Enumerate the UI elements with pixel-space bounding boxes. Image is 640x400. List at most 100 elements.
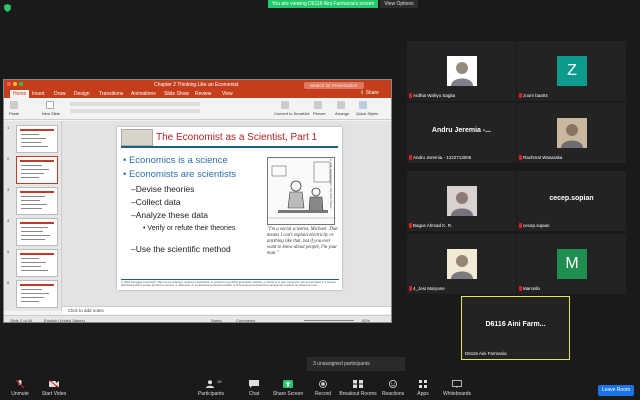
muted-mic-icon	[519, 286, 522, 291]
slide-thumbnail[interactable]	[16, 218, 58, 246]
muted-mic-icon	[409, 223, 412, 228]
slide[interactable]: The Economist as a Scientist, Part 1 • E…	[117, 127, 342, 290]
ppt-search-input[interactable]: Search for Presentation	[304, 81, 364, 89]
ppt-tab-transitions[interactable]: Transitions	[99, 91, 123, 97]
paragraph-controls[interactable]	[70, 109, 200, 113]
notes-toggle[interactable]: Notes	[211, 318, 221, 322]
sub-bullet-4: –Use the scientific method	[131, 244, 231, 254]
whiteboards-icon	[452, 380, 462, 388]
view-options-button[interactable]: View Options	[380, 0, 418, 8]
breakout-rooms-label: Breakout Rooms	[339, 391, 377, 397]
ppt-tab-design[interactable]: Design	[74, 91, 90, 97]
thumbnail-number: 4	[7, 218, 10, 223]
picture-icon[interactable]	[314, 101, 322, 109]
record-label: Record	[314, 391, 332, 397]
participant-name: Bagus Ahmad K. R.	[413, 223, 453, 228]
share-screen-button[interactable]: Share Screen	[268, 377, 308, 400]
cartoon-caption: "I'm a social scientist, Michael. That m…	[267, 227, 338, 256]
unassigned-participants-notice[interactable]: 3 unassigned participants	[307, 357, 405, 371]
ppt-tab-home[interactable]: Home	[10, 90, 30, 98]
slide-thumbnail[interactable]	[16, 187, 58, 215]
zoom-level[interactable]: 92%	[362, 318, 370, 322]
quick-styles-icon[interactable]	[359, 101, 367, 109]
sub-sub-bullet: • Verify or refute their theories	[143, 225, 236, 232]
quick-styles-label: Quick Styles	[356, 111, 379, 116]
apps-icon	[419, 380, 427, 388]
convert-smartart-label: Convert to SmartArt	[274, 111, 310, 116]
share-screen-icon	[283, 380, 293, 388]
slide-thumbnail[interactable]	[16, 280, 58, 308]
participant-tile[interactable]: M Marcello	[517, 234, 626, 294]
arrange-label: Arrange	[335, 111, 350, 116]
ppt-tab-view[interactable]: View	[222, 91, 233, 97]
participant-name: Marcello	[523, 286, 541, 291]
participant-display-name: D6116 Aini Farm...	[485, 321, 546, 328]
leave-room-button[interactable]: Leave Room	[598, 385, 634, 396]
start-video-button[interactable]: Start Video	[34, 377, 74, 400]
participants-button[interactable]: 15 Participants	[191, 377, 231, 400]
participant-name: D6116 Aini Farmania	[465, 351, 507, 356]
ppt-ribbon-tabs: Home Insert Draw Design Transitions Animation…	[4, 90, 391, 98]
breakout-rooms-button[interactable]: Breakout Rooms	[338, 377, 378, 400]
muted-mic-icon	[409, 93, 412, 98]
ppt-share-button[interactable]: ⇪ Share	[360, 90, 379, 96]
slide-thumbnail-pane[interactable]: 1 2 3 4 5 6	[4, 121, 62, 311]
slide-count: Slide 2 of 44	[10, 318, 33, 323]
language-status[interactable]: English (United States)	[44, 318, 85, 322]
paste-icon[interactable]	[10, 101, 18, 109]
record-button[interactable]: Record	[303, 377, 343, 400]
slide-thumbnail[interactable]	[16, 249, 58, 277]
notes-field[interactable]: Click to add notes	[62, 306, 391, 314]
minimize-dot-icon[interactable]	[13, 82, 17, 86]
ppt-tab-insert[interactable]: Insert	[32, 91, 45, 97]
whiteboards-button[interactable]: Whiteboards	[437, 377, 477, 400]
ppt-tab-slide-show[interactable]: Slide Show	[164, 91, 189, 97]
security-shield-icon[interactable]	[4, 4, 11, 12]
thumbnail-number: 3	[7, 187, 10, 192]
viewing-screen-banner: You are viewing D6116 Aini Farmania's sc…	[268, 0, 378, 8]
muted-mic-icon	[409, 286, 412, 291]
participant-display-name: Andru Jeremia -...	[431, 127, 492, 134]
slide-thumbnail[interactable]	[16, 156, 58, 184]
participant-tile[interactable]: Zzoom baa04	[517, 41, 626, 101]
ppt-tab-draw[interactable]: Draw	[54, 91, 66, 97]
ppt-titlebar: Chapter 2 Thinking Like an Economist Sea…	[4, 80, 391, 90]
muted-mic-icon	[519, 93, 522, 98]
thumbnail-number: 2	[7, 156, 10, 161]
meeting-toolbar: Unmute Start Video 15 Participants Chat …	[0, 377, 640, 400]
participant-photo	[557, 118, 587, 148]
slide-thumbnail[interactable]	[16, 125, 58, 153]
participant-name: 4_Jesi Maryane	[413, 286, 445, 291]
participant-name: Andru Jeremia - 1222713006	[413, 155, 472, 160]
slide-title-rule	[121, 146, 338, 148]
close-dot-icon[interactable]	[7, 82, 11, 86]
maximize-dot-icon[interactable]	[19, 82, 23, 86]
chat-icon	[249, 380, 259, 388]
smartart-icon[interactable]	[281, 101, 289, 109]
participant-tile[interactable]: cecep.sopian cecep.sopian	[517, 171, 626, 231]
participant-tile[interactable]: D6116 Aini Farm... D6116 Aini Farmania	[461, 296, 570, 360]
participant-tile[interactable]: Andru Jeremia -... Andru Jeremia - 122271…	[407, 103, 516, 163]
ppt-tab-review[interactable]: Review	[195, 91, 211, 97]
slide-title: The Economist as a Scientist, Part 1	[156, 132, 318, 143]
thumbnail-number: 6	[7, 280, 10, 285]
slide-canvas[interactable]: The Economist as a Scientist, Part 1 • E…	[62, 121, 391, 311]
slide-header-image	[121, 129, 153, 146]
participant-name: Ardhia Wahyu Sagita	[413, 93, 456, 98]
new-slide-label: New Slide	[42, 111, 61, 116]
thumbnail-number: 1	[7, 125, 10, 130]
comments-toggle[interactable]: Comments	[236, 318, 255, 322]
participant-tile[interactable]: Bagus Ahmad K. R.	[407, 171, 516, 231]
zoom-slider[interactable]	[304, 320, 354, 321]
participant-tile[interactable]: 4_Jesi Maryane	[407, 234, 516, 294]
record-icon	[319, 380, 327, 388]
sub-bullet-3: –Analyze these data	[131, 210, 209, 220]
arrange-icon[interactable]	[337, 101, 345, 109]
microphone-muted-icon	[15, 380, 25, 388]
font-controls[interactable]	[70, 102, 200, 106]
participant-tile[interactable]: Rachmat Wasaraka	[517, 103, 626, 163]
participant-tile[interactable]: Ardhia Wahyu Sagita	[407, 41, 516, 101]
new-slide-icon[interactable]	[46, 101, 54, 109]
ppt-tab-animations[interactable]: Animations	[131, 91, 156, 97]
start-video-label: Start Video	[41, 391, 67, 397]
